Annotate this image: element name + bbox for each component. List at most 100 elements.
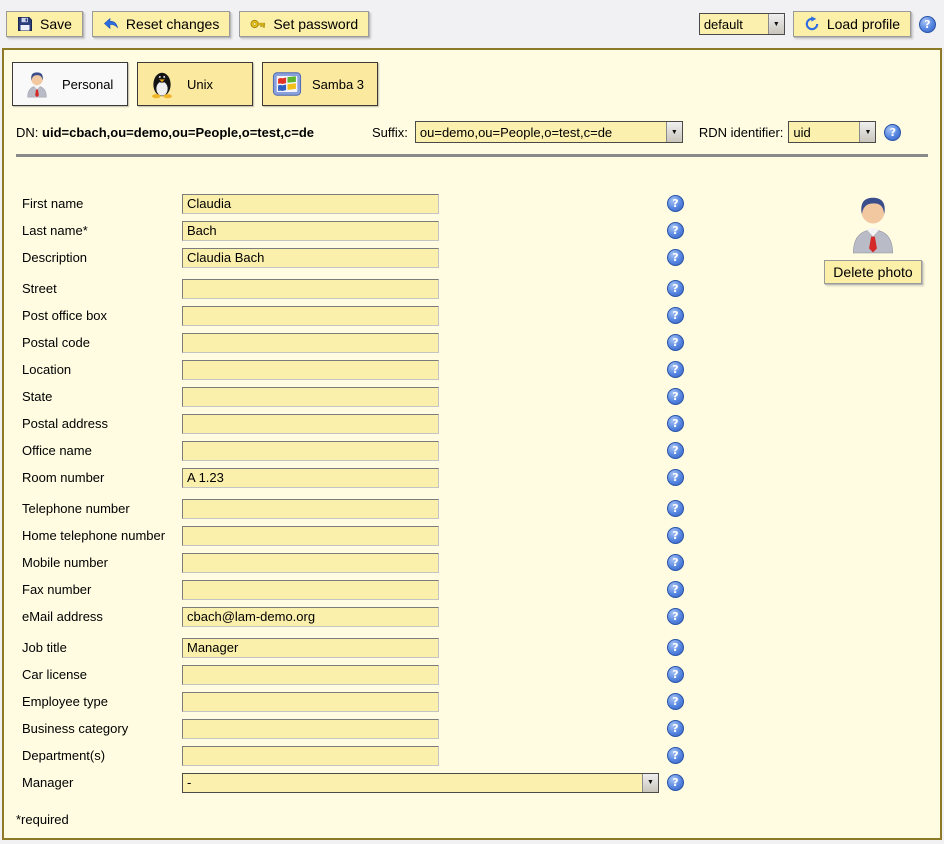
employee-type-input[interactable]: [182, 692, 439, 712]
first-name-field-area: [182, 194, 667, 214]
telephone-number-field-area: [182, 499, 667, 519]
help-icon[interactable]: ?: [667, 334, 684, 351]
last-name-field-area: [182, 221, 667, 241]
employee-type-field-area: [182, 692, 667, 712]
dropdown-arrow-icon: ▼: [768, 14, 784, 34]
dn-value: uid=cbach,ou=demo,ou=People,o=test,c=de: [42, 125, 314, 140]
form-row-street: Street?: [16, 275, 928, 302]
required-note: *required: [16, 812, 928, 827]
help-icon[interactable]: ?: [667, 280, 684, 297]
location-field-area: [182, 360, 667, 380]
help-icon[interactable]: ?: [667, 747, 684, 764]
tab-personal-label: Personal: [62, 77, 113, 92]
save-button[interactable]: Save: [6, 11, 83, 37]
help-icon[interactable]: ?: [667, 469, 684, 486]
street-field-area: [182, 279, 667, 299]
help-icon[interactable]: ?: [667, 554, 684, 571]
profile-select[interactable]: default ▼: [699, 13, 785, 35]
first-name-label: First name: [22, 196, 182, 211]
home-telephone-number-input[interactable]: [182, 526, 439, 546]
help-icon[interactable]: ?: [667, 527, 684, 544]
post-office-box-input[interactable]: [182, 306, 439, 326]
postal-address-input[interactable]: [182, 414, 439, 434]
help-icon[interactable]: ?: [667, 388, 684, 405]
help-icon[interactable]: ?: [667, 222, 684, 239]
first-name-input[interactable]: [182, 194, 439, 214]
description-input[interactable]: [182, 248, 439, 268]
help-icon[interactable]: ?: [667, 720, 684, 737]
help-icon[interactable]: ?: [667, 774, 684, 791]
manager-select[interactable]: -▼: [182, 773, 659, 793]
delete-photo-button-label: Delete photo: [833, 264, 912, 280]
delete-photo-button[interactable]: Delete photo: [824, 260, 921, 284]
form-row-mobile-number: Mobile number?: [16, 549, 928, 576]
street-input[interactable]: [182, 279, 439, 299]
state-input[interactable]: [182, 387, 439, 407]
form-row-car-license: Car license?: [16, 661, 928, 688]
job-title-input[interactable]: [182, 638, 439, 658]
dn-row: DN: uid=cbach,ou=demo,ou=People,o=test,c…: [16, 120, 928, 144]
suffix-select[interactable]: ou=demo,ou=People,o=test,c=de ▼: [415, 121, 683, 143]
mobile-number-field-area: [182, 553, 667, 573]
rdn-identifier-select[interactable]: uid ▼: [788, 121, 876, 143]
manager-label: Manager: [22, 775, 182, 790]
form-row-state: State?: [16, 383, 928, 410]
postal-code-input[interactable]: [182, 333, 439, 353]
manager-field-area: -▼: [182, 773, 667, 793]
form-row-employee-type: Employee type?: [16, 688, 928, 715]
office-name-label: Office name: [22, 443, 182, 458]
home-telephone-number-label: Home telephone number: [22, 528, 182, 543]
location-input[interactable]: [182, 360, 439, 380]
help-icon[interactable]: ?: [667, 666, 684, 683]
office-name-input[interactable]: [182, 441, 439, 461]
save-button-label: Save: [40, 16, 72, 32]
load-profile-button[interactable]: Load profile: [793, 11, 911, 37]
account-edit-panel: Personal Unix: [2, 48, 942, 840]
rdn-identifier-select-value: uid: [789, 122, 859, 142]
toolbar: Save Reset changes Set password default …: [0, 0, 944, 48]
help-icon[interactable]: ?: [919, 16, 936, 33]
business-category-input[interactable]: [182, 719, 439, 739]
postal-address-label: Postal address: [22, 416, 182, 431]
tab-samba3[interactable]: Samba 3: [262, 62, 378, 106]
help-icon[interactable]: ?: [667, 361, 684, 378]
fax-number-input[interactable]: [182, 580, 439, 600]
form-row-postal-code: Postal code?: [16, 329, 928, 356]
help-icon[interactable]: ?: [667, 500, 684, 517]
help-icon[interactable]: ?: [667, 415, 684, 432]
reset-changes-button[interactable]: Reset changes: [92, 11, 230, 37]
form-row-description: Description?: [16, 244, 928, 271]
help-icon[interactable]: ?: [667, 307, 684, 324]
last-name-input[interactable]: [182, 221, 439, 241]
room-number-input[interactable]: [182, 468, 439, 488]
dn-label: DN:: [16, 125, 38, 140]
post-office-box-label: Post office box: [22, 308, 182, 323]
help-icon[interactable]: ?: [667, 608, 684, 625]
help-icon[interactable]: ?: [667, 693, 684, 710]
departments-input[interactable]: [182, 746, 439, 766]
floppy-disk-icon: [17, 16, 33, 32]
toolbar-right: default ▼ Load profile ?: [699, 11, 936, 37]
photo-block: Delete photo: [818, 190, 928, 284]
personal-form: First name?Last name*?Description?Street…: [16, 190, 928, 827]
form-row-manager: Manager-▼?: [16, 769, 928, 796]
dropdown-arrow-icon: ▼: [859, 122, 875, 142]
telephone-number-input[interactable]: [182, 499, 439, 519]
tab-unix-label: Unix: [187, 77, 213, 92]
key-icon: [250, 16, 266, 32]
help-icon[interactable]: ?: [667, 581, 684, 598]
help-icon[interactable]: ?: [667, 195, 684, 212]
tab-unix[interactable]: Unix: [137, 62, 253, 106]
help-icon[interactable]: ?: [667, 249, 684, 266]
dropdown-arrow-icon: ▼: [642, 774, 658, 792]
email-address-field-area: [182, 607, 667, 627]
help-icon[interactable]: ?: [667, 442, 684, 459]
email-address-input[interactable]: [182, 607, 439, 627]
reload-icon: [804, 16, 820, 32]
help-icon[interactable]: ?: [667, 639, 684, 656]
tab-personal[interactable]: Personal: [12, 62, 128, 106]
help-icon[interactable]: ?: [884, 124, 901, 141]
mobile-number-input[interactable]: [182, 553, 439, 573]
set-password-button[interactable]: Set password: [239, 11, 369, 37]
car-license-input[interactable]: [182, 665, 439, 685]
